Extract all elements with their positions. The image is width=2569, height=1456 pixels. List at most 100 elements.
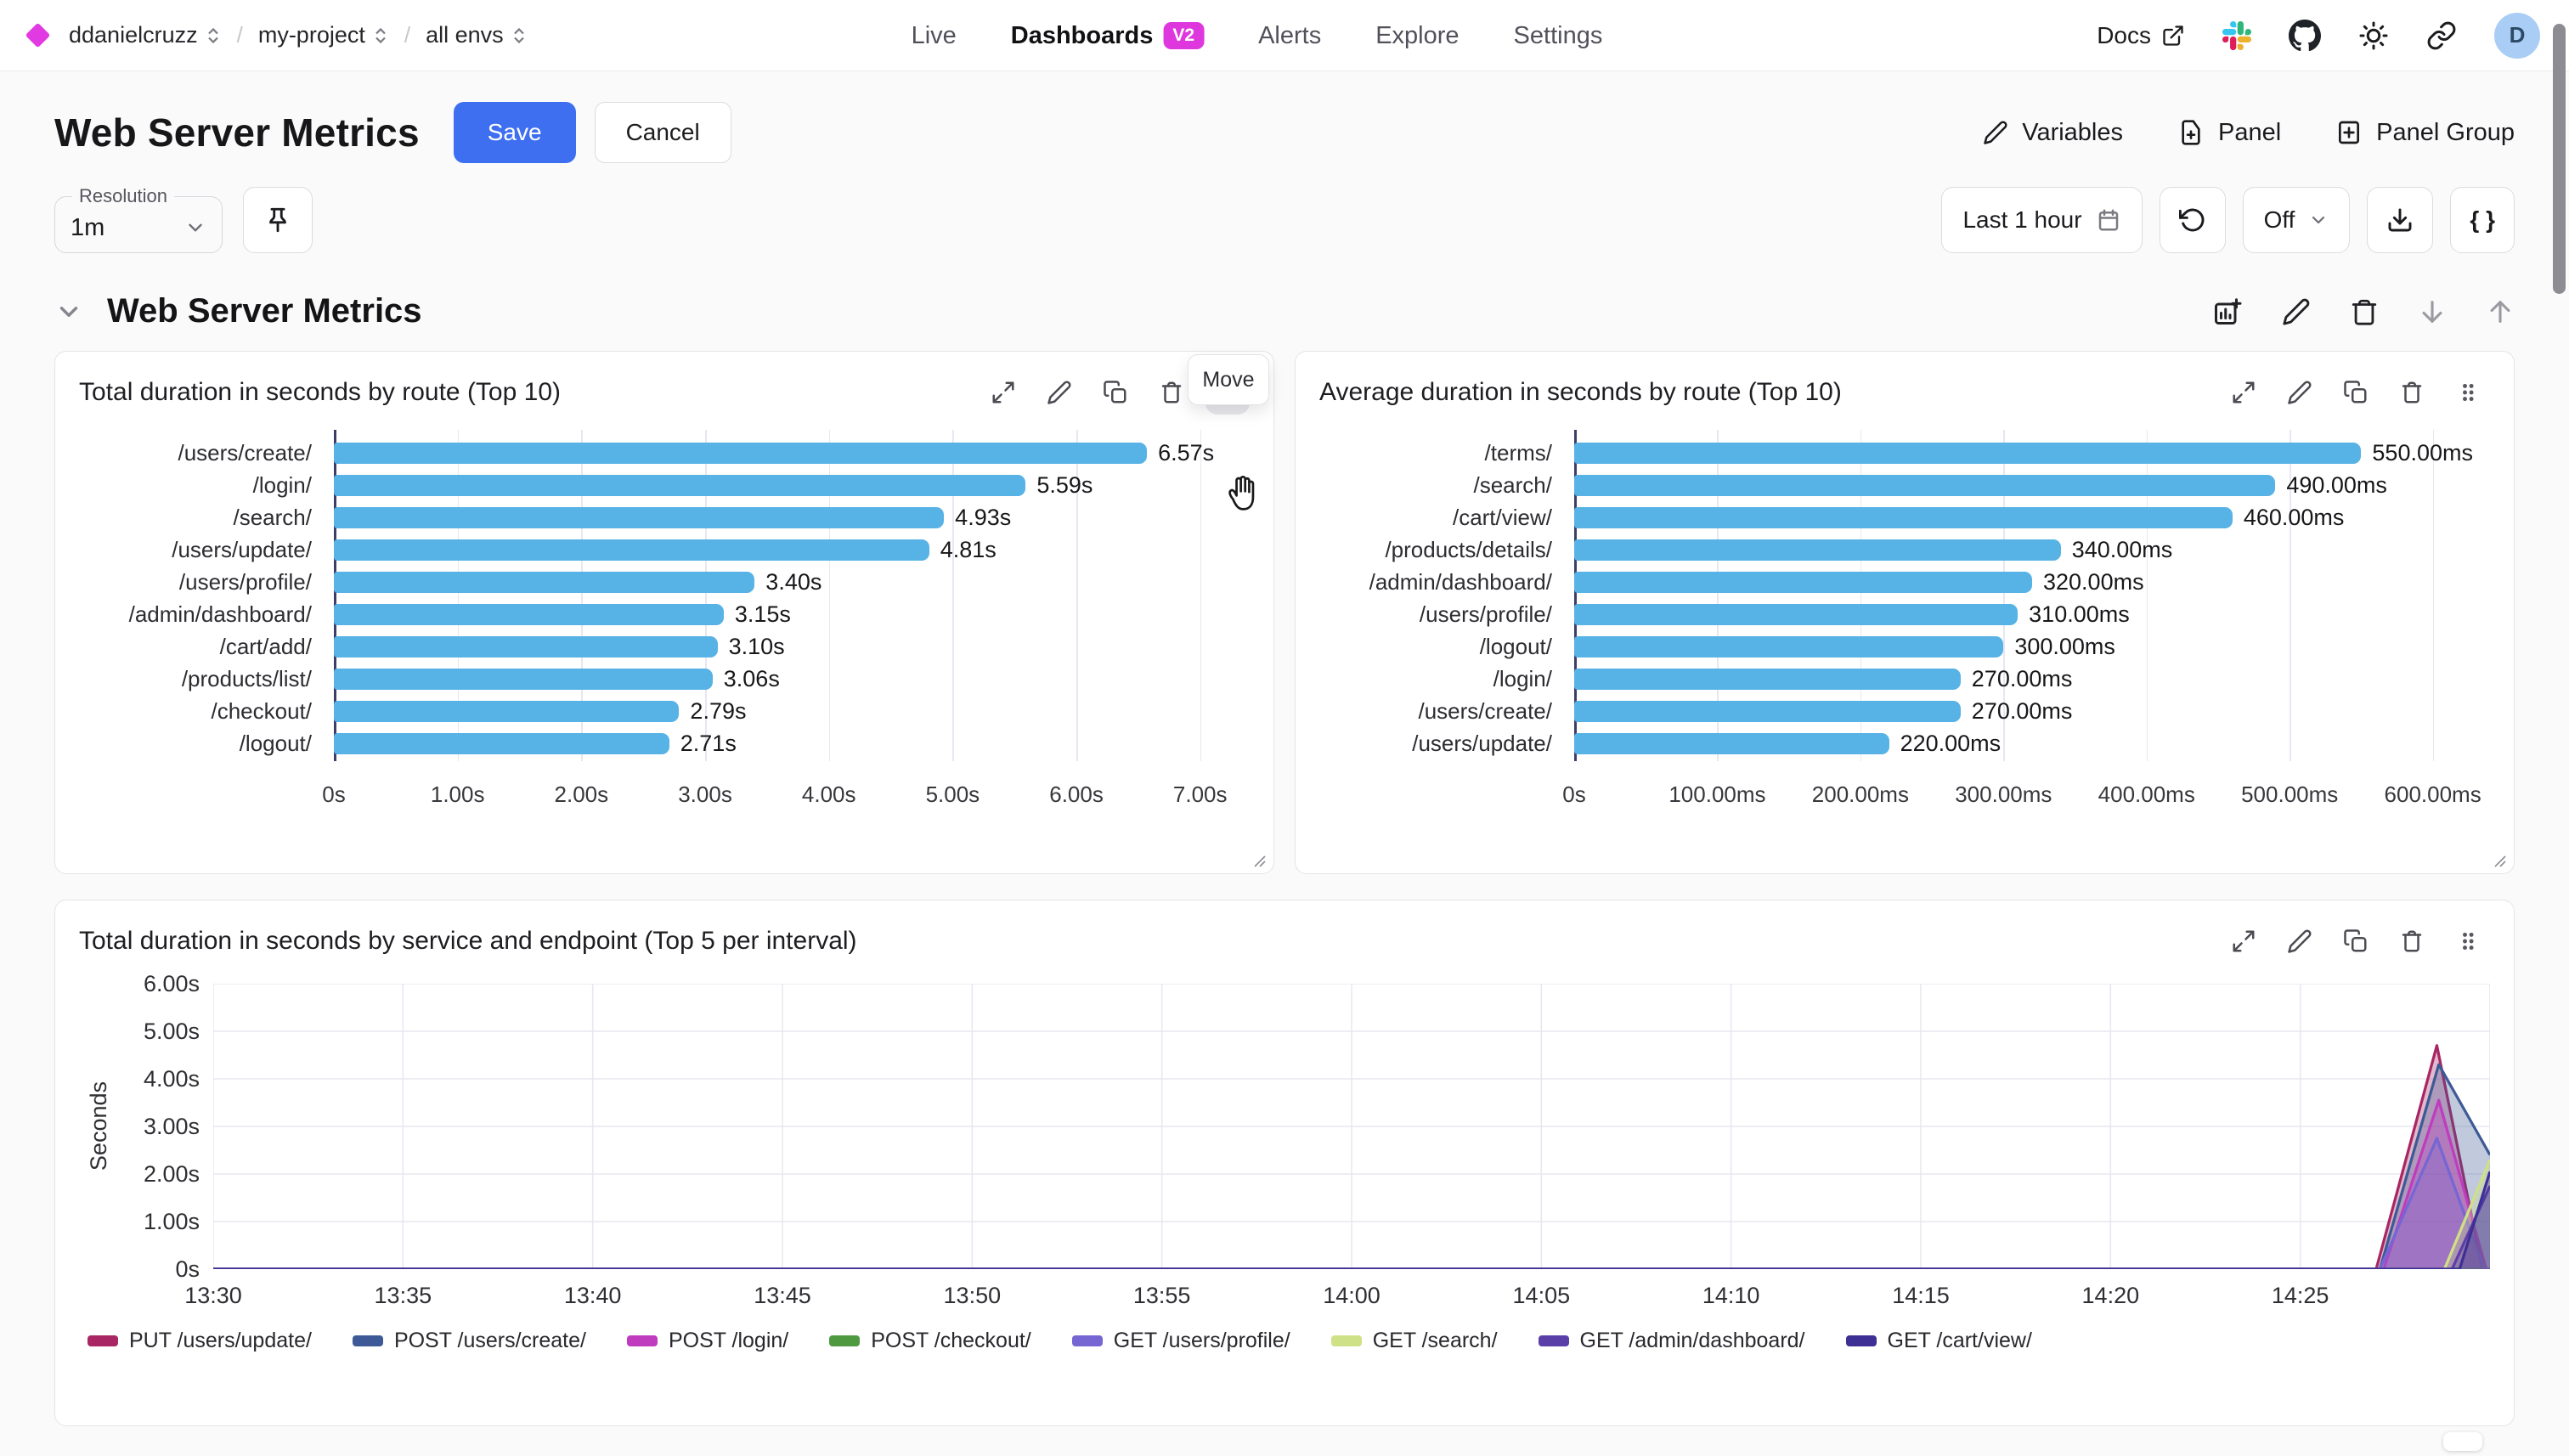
breadcrumb-env-selector[interactable]: all envs [426,22,528,48]
category-label: /login/ [79,469,334,501]
json-editor-button[interactable]: { } [2450,187,2515,253]
legend-item[interactable]: POST /login/ [627,1329,788,1353]
group-add-chart-button[interactable] [2212,296,2243,327]
add-panel-group-button[interactable]: Panel Group [2335,119,2515,147]
pencil-icon [2287,928,2312,954]
refresh-button[interactable] [2160,187,2226,253]
nav-item-explore[interactable]: Explore [1375,22,1459,50]
github-icon[interactable] [2289,20,2321,52]
group-move-up-button[interactable] [2486,297,2515,326]
legend-label: POST /checkout/ [871,1329,1031,1353]
pin-icon [263,206,292,234]
panel-edit-button[interactable] [2278,370,2322,415]
legend-item[interactable]: GET /search/ [1331,1329,1498,1353]
panel-drag-handle[interactable] [2446,370,2490,415]
cancel-button[interactable]: Cancel [595,102,731,163]
legend-item[interactable]: GET /admin/dashboard/ [1539,1329,1805,1353]
bar-row: 6.57s [334,437,1250,469]
legend-item[interactable]: PUT /users/update/ [88,1329,312,1353]
legend-item[interactable]: POST /checkout/ [829,1329,1031,1353]
variables-button[interactable]: Variables [1983,119,2123,147]
braces-icon: { } [2470,206,2495,234]
docs-link[interactable]: Docs [2097,22,2185,49]
bar-row: 460.00ms [1574,501,2490,533]
panel-expand-button[interactable] [981,370,1025,415]
legend-item[interactable]: GET /users/profile/ [1072,1329,1290,1353]
dashboard-header: Web Server Metrics Save Cancel Variables… [54,102,2515,163]
legend-swatch [353,1335,383,1346]
x-tick-label: 400.00ms [2098,782,2195,808]
panel-drag-handle[interactable] [2446,919,2490,963]
panel-expand-button[interactable] [2222,919,2266,963]
avatar[interactable]: D [2494,13,2540,59]
bar-row: 550.00ms [1574,437,2490,469]
horizontal-scrollbar-thumb[interactable] [2443,1432,2482,1451]
group-edit-button[interactable] [2282,297,2311,326]
legend-item[interactable]: GET /cart/view/ [1846,1329,2032,1353]
x-axis-ticks: 13:3013:3513:4013:4513:5013:5514:0014:05… [213,1279,2490,1313]
panel-edit-button[interactable] [1037,370,1081,415]
resize-handle-icon[interactable] [2490,851,2507,868]
bar-value-label: 300.00ms [2014,634,2115,660]
breadcrumb-org-label: ddanielcruzz [69,22,198,48]
legend-label: GET /cart/view/ [1888,1329,2032,1353]
nav-item-label: Settings [1514,22,1603,50]
bar-value-label: 3.15s [735,601,791,628]
x-tick-label: 0s [322,782,345,808]
legend-label: GET /search/ [1373,1329,1498,1353]
group-move-down-button[interactable] [2418,297,2447,326]
panel-edit-button[interactable] [2278,919,2322,963]
panel-duplicate-button[interactable] [1093,370,1138,415]
bar [334,443,1147,464]
nav-item-settings[interactable]: Settings [1514,22,1603,50]
legend-label: PUT /users/update/ [129,1329,312,1353]
bar-value-label: 3.10s [729,634,785,660]
add-chart-icon [2212,296,2243,327]
theme-toggle-sun-icon[interactable] [2358,20,2389,51]
pin-button[interactable] [243,187,313,253]
slack-icon[interactable] [2222,21,2251,50]
panel-delete-button[interactable] [2390,370,2434,415]
panel-duplicate-button[interactable] [2334,370,2378,415]
panel-delete-button[interactable] [2390,919,2434,963]
download-button[interactable] [2367,187,2433,253]
bar-value-label: 6.57s [1158,440,1214,466]
bar [1574,475,2275,496]
bar [1574,733,1889,754]
panel-expand-button[interactable] [2222,370,2266,415]
auto-refresh-select[interactable]: Off [2243,187,2351,253]
bar [1574,539,2061,561]
y-tick-label: 6.00s [144,971,200,997]
bar-chart-average-duration: /terms//search//cart/view//products/deta… [1319,437,2490,810]
move-tooltip: Move [1188,354,1269,405]
panel-total-duration-by-route: Total duration in seconds by route (Top … [54,351,1274,874]
nav-item-dashboards[interactable]: DashboardsV2 [1011,22,1204,50]
vertical-scrollbar-thumb[interactable] [2553,24,2566,294]
category-label: /search/ [79,501,334,533]
breadcrumb-project-selector[interactable]: my-project [258,22,389,48]
panel-duration-by-service-endpoint: Total duration in seconds by service and… [54,900,2515,1426]
legend-label: GET /admin/dashboard/ [1580,1329,1805,1353]
category-labels: /terms//search//cart/view//products/deta… [1319,437,1574,759]
drag-handle-icon [2456,929,2480,953]
breadcrumb-org-selector[interactable]: ddanielcruzz [69,22,222,48]
nav-item-alerts[interactable]: Alerts [1258,22,1321,50]
save-button[interactable]: Save [454,102,576,163]
panel-duplicate-button[interactable] [2334,919,2378,963]
x-axis-ticks: 0s1.00s2.00s3.00s4.00s5.00s6.00s7.00s [334,775,1250,810]
group-delete-button[interactable] [2350,297,2379,326]
x-tick-label: 13:55 [1133,1283,1191,1309]
resolution-select[interactable]: Resolution 1m [54,185,223,253]
nav-item-live[interactable]: Live [912,22,957,50]
category-label: /logout/ [79,727,334,759]
group-title: Web Server Metrics [107,292,422,330]
resize-handle-icon[interactable] [1250,851,1267,868]
legend-item[interactable]: POST /users/create/ [353,1329,586,1353]
time-range-picker[interactable]: Last 1 hour [1941,187,2142,253]
add-panel-button[interactable]: Panel [2177,119,2281,147]
bar-value-label: 270.00ms [1972,698,2073,725]
group-collapse-chevron[interactable] [54,297,83,326]
panel-actions [2222,370,2490,415]
bar [1574,572,2032,593]
share-link-icon[interactable] [2426,20,2457,51]
